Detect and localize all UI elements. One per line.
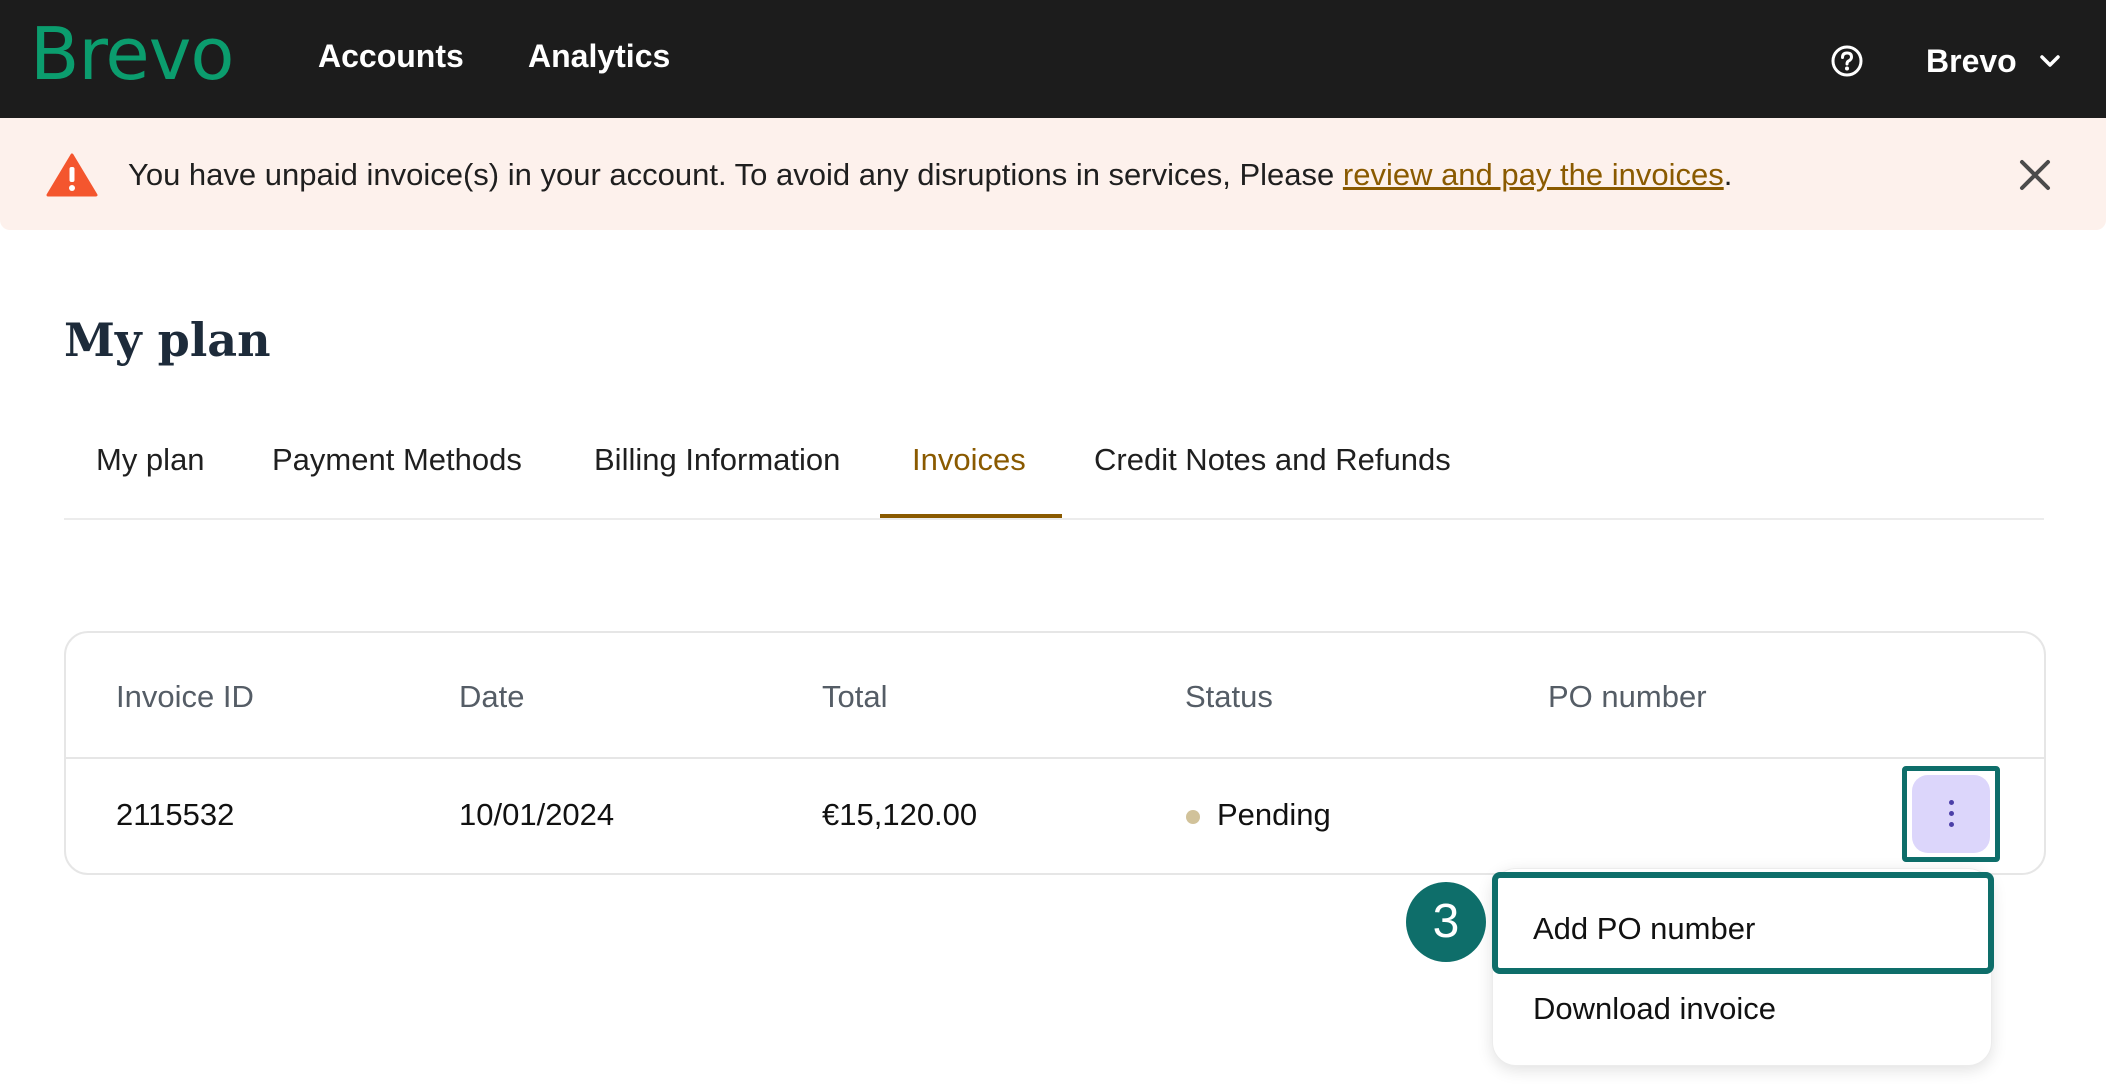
column-header-total: Total [822, 679, 888, 714]
nav-accounts[interactable]: Accounts [318, 36, 464, 76]
top-navigation-bar [0, 0, 2106, 118]
row-divider [66, 757, 2044, 759]
page-title: My plan [64, 313, 271, 367]
close-icon[interactable] [2018, 158, 2052, 192]
kebab-menu-icon [1949, 822, 1954, 827]
cell-invoice-id: 2115532 [116, 797, 235, 832]
chevron-down-icon [2039, 55, 2060, 67]
add-po-highlight-frame [1492, 872, 1994, 974]
kebab-menu-icon [1949, 800, 1954, 805]
step-number-badge: 3 [1406, 882, 1486, 962]
banner-text-before: You have unpaid invoice(s) in your accou… [128, 157, 1343, 192]
banner-text-after: . [1723, 157, 1733, 192]
kebab-menu-icon [1949, 811, 1954, 816]
warning-triangle-icon [46, 153, 98, 197]
banner-message: You have unpaid invoice(s) in your accou… [128, 156, 1732, 194]
tab-my-plan[interactable]: My plan [96, 440, 205, 480]
plan-tabs: My plan Payment Methods Billing Informat… [64, 430, 2044, 520]
status-dot-icon [1186, 810, 1200, 824]
question-circle-icon[interactable] [1830, 44, 1864, 78]
tab-credit-notes-and-refunds[interactable]: Credit Notes and Refunds [1094, 440, 1451, 480]
row-actions-button[interactable] [1912, 775, 1990, 853]
cell-total: €15,120.00 [822, 797, 978, 832]
tab-billing-information[interactable]: Billing Information [594, 440, 840, 480]
tab-invoices[interactable]: Invoices [912, 440, 1026, 480]
active-tab-indicator [880, 514, 1062, 518]
cell-date: 10/01/2024 [459, 797, 615, 832]
column-header-invoice-id: Invoice ID [116, 679, 254, 714]
account-menu-button[interactable]: Brevo [1926, 40, 2061, 82]
review-invoices-link[interactable]: review and pay the invoices [1343, 157, 1724, 192]
column-header-status: Status [1185, 679, 1273, 714]
account-name: Brevo [1926, 42, 2017, 79]
column-header-po-number: PO number [1548, 679, 1707, 714]
brevo-logo[interactable]: Brevo [30, 14, 234, 94]
tab-payment-methods[interactable]: Payment Methods [272, 440, 522, 480]
nav-analytics[interactable]: Analytics [528, 36, 670, 76]
invoices-table: Invoice ID Date Total Status PO number 2… [64, 631, 2046, 875]
column-header-date: Date [459, 679, 525, 714]
menu-item-download-invoice[interactable]: Download invoice [1533, 989, 1776, 1029]
cell-status: Pending [1217, 797, 1331, 832]
